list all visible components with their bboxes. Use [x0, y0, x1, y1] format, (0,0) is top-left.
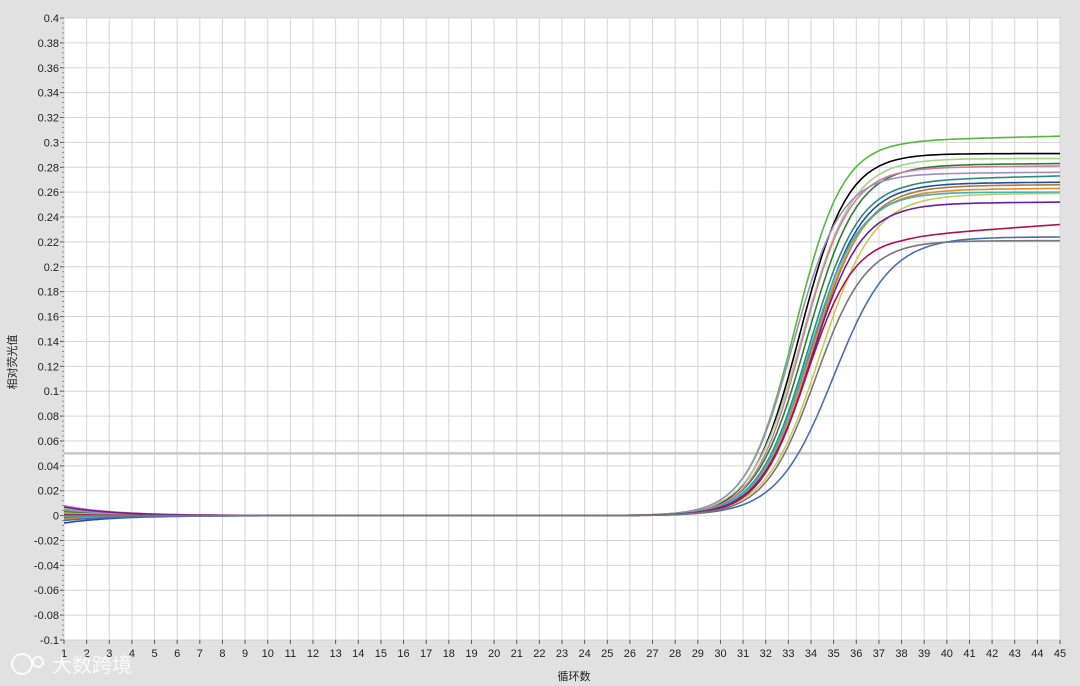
x-tick-label: 20	[488, 648, 500, 660]
x-axis-title: 循环数	[558, 670, 591, 683]
x-tick-label: 15	[375, 648, 387, 660]
x-tick-label: 12	[307, 648, 319, 660]
x-tick-label: 14	[352, 648, 364, 660]
x-tick-label: 41	[963, 648, 975, 660]
y-tick-label: 0.1	[44, 386, 59, 398]
x-tick-label: 35	[828, 648, 840, 660]
y-tick-label: 0.4	[44, 13, 59, 25]
y-tick-label: 0.14	[38, 336, 59, 348]
x-tick-label: 18	[443, 648, 455, 660]
y-tick-label: 0.04	[38, 461, 59, 473]
y-tick-label: 0.18	[38, 287, 59, 299]
x-tick-label: 38	[895, 648, 907, 660]
y-tick-label: -0.08	[34, 610, 59, 622]
x-tick-label: 31	[737, 648, 749, 660]
x-tick-label: 30	[714, 648, 726, 660]
y-tick-label: 0.08	[38, 411, 59, 423]
y-tick-label: 0.38	[38, 38, 59, 50]
y-tick-label: -0.04	[34, 560, 59, 572]
x-tick-label: 42	[986, 648, 998, 660]
y-tick-label: 0.02	[38, 486, 59, 498]
x-tick-label: 13	[330, 648, 342, 660]
y-tick-label: 0.22	[38, 237, 59, 249]
x-tick-label: 23	[556, 648, 568, 660]
y-tick-label: 0.36	[38, 63, 59, 75]
x-tick-label: 17	[420, 648, 432, 660]
x-tick-label: 26	[624, 648, 636, 660]
x-tick-label: 39	[918, 648, 930, 660]
y-tick-label: 0.2	[44, 262, 59, 274]
y-tick-label: -0.02	[34, 535, 59, 547]
x-tick-label: 44	[1031, 648, 1043, 660]
y-tick-label: 0.3	[44, 137, 59, 149]
watermark-text: 大数跨境	[52, 653, 132, 677]
x-tick-label: 36	[850, 648, 862, 660]
y-tick-label: 0.26	[38, 187, 59, 199]
x-tick-label: 33	[782, 648, 794, 660]
y-tick-label: 0.32	[38, 113, 59, 125]
x-tick-label: 24	[579, 648, 591, 660]
x-tick-label: 32	[760, 648, 772, 660]
y-tick-label: 0	[53, 511, 59, 523]
y-tick-label: -0.06	[34, 585, 59, 597]
y-tick-label: 0.16	[38, 312, 59, 324]
x-tick-label: 7	[197, 648, 203, 660]
x-tick-label: 28	[669, 648, 681, 660]
x-tick-label: 19	[465, 648, 477, 660]
x-tick-label: 16	[397, 648, 409, 660]
x-tick-label: 9	[242, 648, 248, 660]
y-tick-label: 0.24	[38, 212, 59, 224]
x-tick-label: 27	[646, 648, 658, 660]
x-tick-label: 45	[1054, 648, 1066, 660]
x-tick-label: 6	[174, 648, 180, 660]
x-tick-label: 34	[805, 648, 817, 660]
x-tick-label: 5	[151, 648, 157, 660]
x-tick-label: 8	[219, 648, 225, 660]
x-tick-label: 25	[601, 648, 613, 660]
x-tick-label: 29	[692, 648, 704, 660]
x-tick-label: 10	[262, 648, 274, 660]
amplification-chart: -0.1 -0.08 -0.06 -0.04 -0.02 0 0.02 0.04 0.06 0.0…	[0, 0, 1080, 686]
y-tick-label: 0.12	[38, 361, 59, 373]
y-axis-title: 相对荧光值	[5, 335, 19, 390]
x-tick-label: 37	[873, 648, 885, 660]
x-tick-label: 21	[511, 648, 523, 660]
x-tick-label: 43	[1009, 648, 1021, 660]
x-tick-label: 22	[533, 648, 545, 660]
x-tick-label: 11	[285, 648, 296, 660]
y-tick-label: 0.06	[38, 436, 59, 448]
x-tick-label: 40	[941, 648, 953, 660]
y-tick-label: -0.1	[40, 635, 59, 647]
y-tick-label: 0.34	[38, 88, 59, 100]
y-tick-label: 0.28	[38, 162, 59, 174]
